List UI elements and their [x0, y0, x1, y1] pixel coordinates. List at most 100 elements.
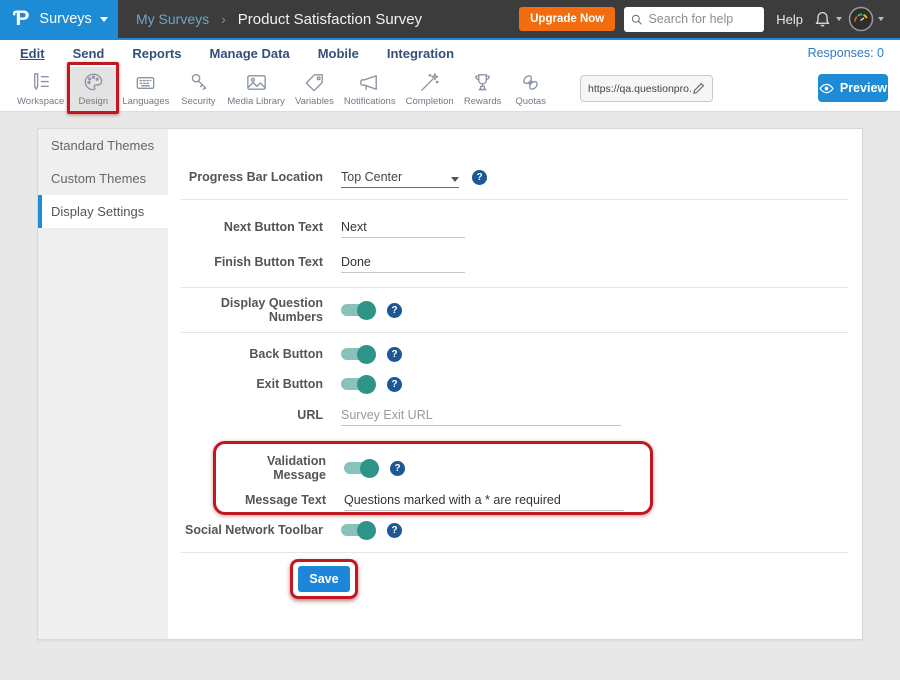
toolbar-item-workspace[interactable]: Workspace: [12, 67, 69, 111]
exit-url-input[interactable]: [341, 404, 621, 426]
message-text-label: Message Text: [216, 493, 326, 507]
tab-integration[interactable]: Integration: [373, 46, 468, 61]
annotation-validation-highlight: Validation Message ? Message Text: [213, 441, 653, 515]
top-header: Ƥ Surveys My Surveys › Product Satisfact…: [0, 0, 900, 38]
toolbar-item-rewards[interactable]: Rewards: [459, 67, 507, 111]
design-sidebar: Standard Themes Custom Themes Display Se…: [38, 129, 168, 639]
social-network-toolbar-toggle[interactable]: [341, 524, 374, 536]
tab-reports[interactable]: Reports: [118, 46, 195, 61]
toolbar-item-languages[interactable]: Languages: [117, 67, 174, 111]
chevron-down-icon: [836, 17, 842, 21]
back-button-toggle[interactable]: [341, 348, 374, 360]
sidebar-item-standard-themes[interactable]: Standard Themes: [38, 129, 168, 162]
help-icon[interactable]: ?: [387, 377, 402, 392]
survey-url-field[interactable]: https://qa.questionpro.com/t/AW22Zcq2J: [580, 75, 713, 102]
back-button-row: Back Button ?: [168, 340, 848, 368]
toolbar-item-variables[interactable]: Variables: [290, 67, 339, 111]
toggle-knob: [357, 345, 376, 364]
divider: [181, 552, 848, 553]
design-icon: [81, 70, 106, 95]
help-search-box[interactable]: [624, 7, 764, 32]
finish-button-text-label: Finish Button Text: [168, 255, 323, 269]
chevron-down-icon: [878, 17, 884, 21]
help-icon[interactable]: ?: [387, 303, 402, 318]
exit-button-label: Exit Button: [168, 377, 323, 391]
divider: [181, 332, 848, 333]
account-menu-button[interactable]: [848, 6, 890, 32]
next-button-text-row: Next Button Text: [168, 213, 848, 241]
survey-toolbar: Workspace Design Languages Security Medi…: [0, 66, 900, 112]
notifications-bell-button[interactable]: [813, 10, 848, 29]
avatar: [848, 6, 874, 32]
responses-count[interactable]: Responses: 0: [808, 46, 884, 60]
variables-icon: [302, 70, 327, 95]
workspace-icon: [28, 70, 53, 95]
notifications-icon: [357, 70, 382, 95]
message-text-row: Message Text: [216, 486, 650, 514]
help-icon[interactable]: ?: [390, 461, 405, 476]
tab-manage-data[interactable]: Manage Data: [195, 46, 303, 61]
languages-icon: [133, 70, 158, 95]
progress-bar-location-row: Progress Bar Location Top Center ?: [168, 163, 848, 191]
app-logo-menu[interactable]: Ƥ Surveys: [0, 0, 118, 38]
page-title: Product Satisfaction Survey: [238, 11, 422, 28]
exit-button-row: Exit Button ?: [168, 370, 848, 398]
edit-pencil-icon[interactable]: [692, 82, 705, 95]
exit-url-row: URL: [168, 401, 848, 429]
eye-icon: [819, 83, 834, 94]
display-settings-form: Progress Bar Location Top Center ? Next …: [168, 129, 862, 639]
toggle-knob: [360, 459, 379, 478]
design-settings-panel: Standard Themes Custom Themes Display Se…: [37, 128, 863, 640]
display-question-numbers-row: Display Question Numbers ?: [168, 296, 848, 324]
sidebar-item-display-settings[interactable]: Display Settings: [38, 195, 168, 228]
toolbar-item-quotas[interactable]: Quotas: [507, 67, 555, 111]
social-network-toolbar-label: Social Network Toolbar: [168, 523, 323, 537]
toolbar-item-notifications[interactable]: Notifications: [339, 67, 401, 111]
surveys-menu-label: Surveys: [39, 11, 91, 27]
toggle-knob: [357, 301, 376, 320]
search-icon: [631, 13, 642, 26]
help-icon[interactable]: ?: [387, 523, 402, 538]
validation-message-row: Validation Message ?: [216, 454, 650, 482]
survey-url-text: https://qa.questionpro.com/t/AW22Zcq2J: [588, 83, 692, 95]
divider: [181, 287, 848, 288]
chevron-down-icon: [451, 177, 459, 182]
validation-message-label: Validation Message: [216, 454, 326, 482]
message-text-input[interactable]: [344, 489, 624, 511]
display-question-numbers-toggle[interactable]: [341, 304, 374, 316]
help-icon[interactable]: ?: [472, 170, 487, 185]
validation-message-toggle[interactable]: [344, 462, 377, 474]
security-icon: [186, 70, 211, 95]
media-library-icon: [244, 70, 269, 95]
toggle-knob: [357, 375, 376, 394]
tab-edit[interactable]: Edit: [6, 46, 59, 61]
toolbar-item-security[interactable]: Security: [174, 67, 222, 111]
next-button-text-label: Next Button Text: [168, 220, 323, 234]
chevron-down-icon: [100, 17, 108, 22]
progress-bar-location-select[interactable]: Top Center: [341, 166, 459, 188]
toolbar-item-media-library[interactable]: Media Library: [222, 67, 290, 111]
toolbar-item-design[interactable]: Design: [69, 67, 117, 111]
next-button-text-input[interactable]: [341, 216, 465, 238]
save-button[interactable]: Save: [298, 566, 350, 592]
toggle-knob: [357, 521, 376, 540]
preview-button[interactable]: Preview: [818, 74, 888, 102]
tab-send[interactable]: Send: [59, 46, 119, 61]
help-icon[interactable]: ?: [387, 347, 402, 362]
upgrade-now-button[interactable]: Upgrade Now: [519, 7, 615, 31]
toolbar-item-completion[interactable]: Completion: [401, 67, 459, 111]
exit-url-label: URL: [168, 408, 323, 422]
questionpro-logo-icon: Ƥ: [13, 7, 29, 31]
exit-button-toggle[interactable]: [341, 378, 374, 390]
breadcrumb-my-surveys[interactable]: My Surveys: [136, 11, 209, 27]
annotation-save-highlight: Save: [290, 559, 358, 599]
tab-mobile[interactable]: Mobile: [304, 46, 373, 61]
social-network-toolbar-row: Social Network Toolbar ?: [168, 516, 848, 544]
search-input[interactable]: [648, 12, 757, 26]
finish-button-text-input[interactable]: [341, 251, 465, 273]
divider: [181, 199, 848, 200]
quotas-icon: [518, 70, 543, 95]
breadcrumb: My Surveys › Product Satisfaction Survey: [136, 11, 422, 28]
help-link[interactable]: Help: [776, 12, 803, 27]
sidebar-item-custom-themes[interactable]: Custom Themes: [38, 162, 168, 195]
